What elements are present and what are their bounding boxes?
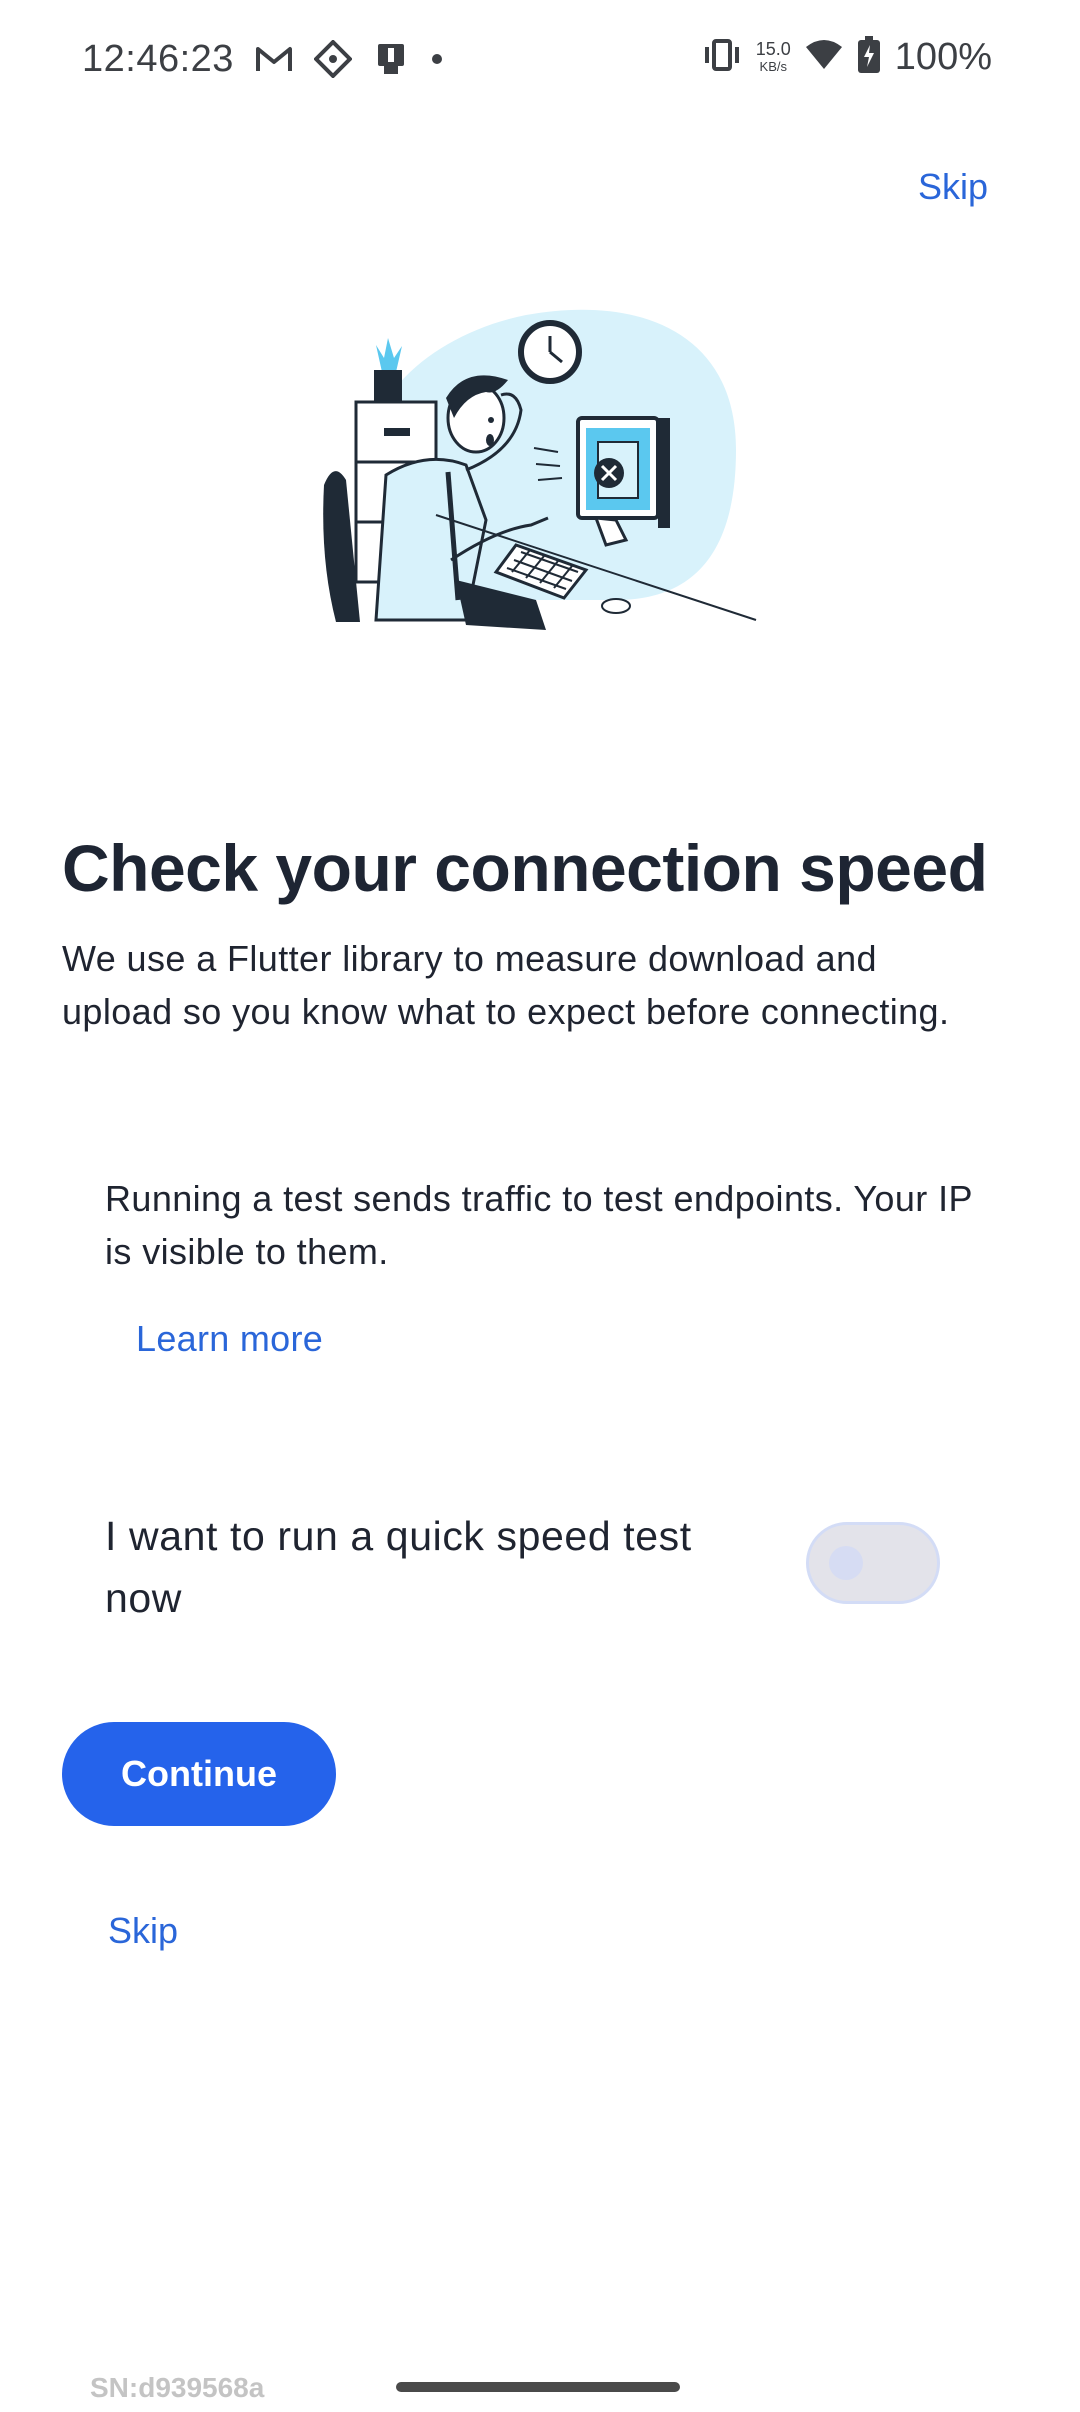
connection-error-illustration [316, 300, 766, 650]
vibrate-icon [702, 37, 742, 78]
app-diamond-icon [313, 39, 353, 83]
toggle-knob [829, 1546, 863, 1580]
status-time: 12:46:23 [82, 38, 234, 80]
continue-button[interactable]: Continue [62, 1722, 336, 1826]
speed-test-toggle[interactable] [806, 1522, 940, 1604]
serial-number: SN:d939568a [90, 2372, 265, 2403]
description-text: We use a Flutter library to measure down… [62, 938, 950, 1032]
network-speed-unit: KB/s [759, 58, 787, 74]
learn-more-link[interactable]: Learn more [136, 1318, 323, 1360]
skip-top-link[interactable]: Skip [918, 166, 988, 208]
network-speed-value: 15.0 [755, 38, 791, 59]
network-speed: 15.0 KB/s [756, 40, 791, 76]
wifi-icon [805, 39, 843, 76]
gesture-nav-bar[interactable] [396, 2382, 680, 2392]
gmail-icon [254, 43, 294, 80]
system-icons: 15.0 KB/s 100% [702, 36, 992, 79]
notification-icons [254, 39, 444, 83]
battery-percent: 100% [894, 36, 992, 78]
dot-icon [430, 52, 444, 71]
page-title: Check your connection speed [62, 831, 988, 905]
battery-charging-icon [857, 36, 881, 79]
speed-test-toggle-label: I want to run a quick speed test now [105, 1513, 692, 1621]
device-icon [372, 40, 410, 83]
privacy-note: Running a test sends traffic to test end… [105, 1178, 973, 1272]
skip-bottom-link[interactable]: Skip [108, 1910, 178, 1952]
status-bar: 12:46:23 15.0 KB/s 100% [0, 0, 1080, 126]
